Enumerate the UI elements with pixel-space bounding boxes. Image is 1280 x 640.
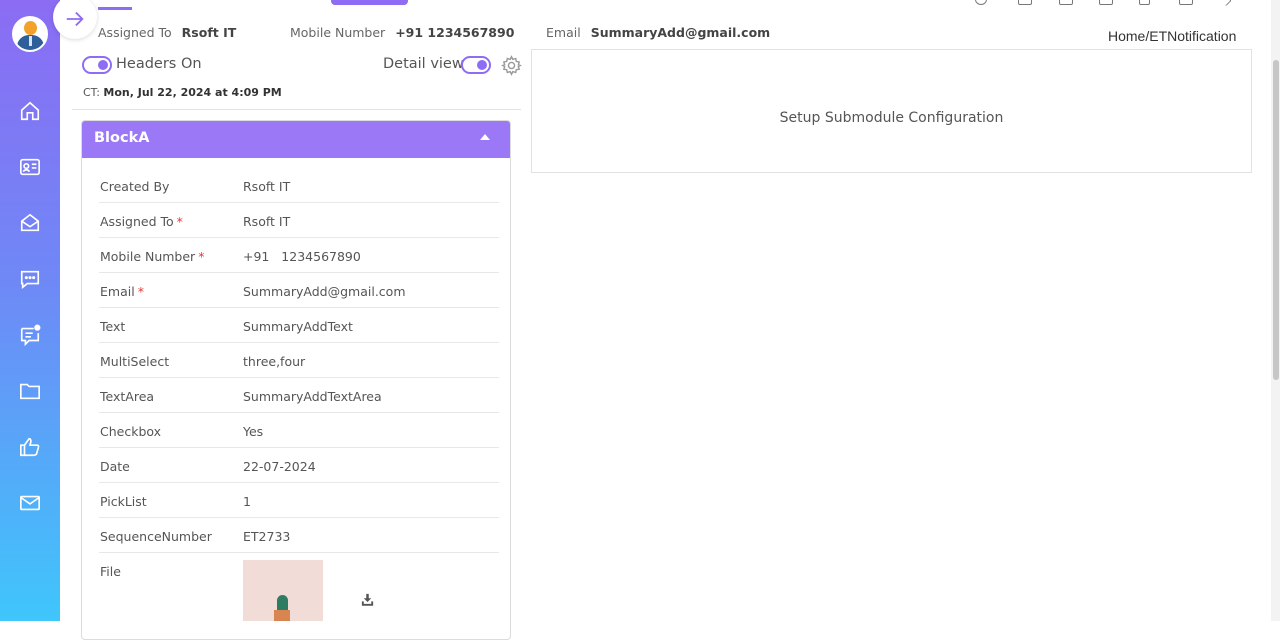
assigned-to-value: Rsoft IT: [181, 25, 237, 40]
pin-icon[interactable]: [975, 0, 987, 5]
mail-tool-icon[interactable]: [1099, 0, 1113, 5]
mobile-number-info: Mobile Number +91 1234567890: [290, 25, 514, 40]
tab-underline-accent: [98, 7, 132, 10]
field-value: SummaryAddText: [243, 319, 353, 334]
field-row: Created By Rsoft IT: [99, 168, 499, 203]
folder-icon[interactable]: [19, 380, 41, 402]
field-row: Assigned To * Rsoft IT: [99, 203, 499, 238]
field-label: Checkbox: [100, 424, 162, 439]
mobile-number-label: Mobile Number: [290, 25, 386, 40]
field-label: Date: [100, 459, 130, 474]
toggle-knob: [477, 60, 487, 70]
scrollbar-thumb[interactable]: [1273, 60, 1279, 380]
chevron-right-icon[interactable]: [1218, 0, 1232, 7]
mobile-icon[interactable]: [1139, 0, 1150, 5]
block-a-title: BlockA: [94, 130, 150, 146]
created-time-prefix: CT:: [83, 86, 100, 99]
field-value: ET2733: [243, 529, 291, 544]
required-marker: *: [198, 249, 205, 264]
field-row: TextArea SummaryAddTextArea: [99, 378, 499, 413]
field-row: Email * SummaryAdd@gmail.com: [99, 273, 499, 308]
home-icon[interactable]: [19, 100, 41, 122]
field-value: Yes: [243, 424, 264, 439]
field-row: Mobile Number * +91 1234567890: [99, 238, 499, 273]
detail-view-toggle[interactable]: [461, 56, 491, 74]
field-value: SummaryAddTextArea: [243, 389, 382, 404]
block-a-header[interactable]: BlockA: [82, 121, 510, 158]
user-avatar[interactable]: [12, 16, 48, 52]
arrow-right-icon: [66, 11, 84, 27]
chat-icon[interactable]: [19, 268, 41, 290]
mobile-number-value: +91 1234567890: [395, 25, 515, 40]
detail-view-label: Detail view: [383, 56, 464, 72]
created-time: CT: Mon, Jul 22, 2024 at 4:09 PM: [83, 86, 282, 99]
field-value: +91 1234567890: [243, 249, 361, 264]
notification-chat-icon[interactable]: [19, 324, 41, 346]
field-value: Rsoft IT: [243, 214, 291, 229]
field-row: SequenceNumber ET2733: [99, 518, 499, 553]
assigned-to-label: Assigned To: [98, 25, 172, 40]
duplicate-icon[interactable]: [1179, 0, 1193, 5]
collapse-caret-icon[interactable]: [480, 134, 490, 140]
field-row: Checkbox Yes: [99, 413, 499, 448]
download-icon[interactable]: [360, 592, 375, 607]
headers-toggle-label: Headers On: [116, 56, 202, 72]
field-value: SummaryAdd@gmail.com: [243, 284, 406, 299]
required-marker: *: [176, 214, 183, 229]
gear-icon[interactable]: [501, 55, 522, 76]
field-label: Assigned To *: [100, 214, 183, 229]
field-label: Email *: [100, 284, 144, 299]
field-label-text: Email: [100, 284, 135, 299]
field-label-text: Mobile Number: [100, 249, 196, 264]
mail-icon[interactable]: [19, 492, 41, 514]
pot-shape: [274, 610, 290, 621]
field-label: File: [100, 564, 121, 579]
email-label: Email: [546, 25, 581, 40]
toggle-knob: [98, 60, 108, 70]
field-row: Date 22-07-2024: [99, 448, 499, 483]
field-label: Text: [100, 319, 126, 334]
setup-submodule-text[interactable]: Setup Submodule Configuration: [532, 110, 1251, 126]
created-time-value: Mon, Jul 22, 2024 at 4:09 PM: [103, 86, 282, 99]
email-value: SummaryAdd@gmail.com: [590, 25, 771, 40]
breadcrumb[interactable]: Home/ETNotification: [1108, 28, 1236, 44]
mail-open-icon[interactable]: [19, 212, 41, 234]
expand-sidebar-button[interactable]: [53, 0, 97, 39]
field-label-text: Assigned To: [100, 214, 174, 229]
avatar-tie-shape: [29, 36, 32, 46]
headers-toggle[interactable]: [82, 56, 112, 74]
field-label: Mobile Number *: [100, 249, 204, 264]
field-label: Created By: [100, 179, 170, 194]
field-value: three,four: [243, 354, 306, 369]
file-thumbnail-image[interactable]: [243, 560, 323, 621]
avatar-head-shape: [24, 21, 37, 35]
field-value: 1: [243, 494, 251, 509]
field-label: PickList: [100, 494, 147, 509]
field-row: Text SummaryAddText: [99, 308, 499, 343]
required-marker: *: [137, 284, 144, 299]
top-action-button[interactable]: [331, 0, 408, 5]
setup-submodule-panel: Setup Submodule Configuration: [531, 49, 1252, 173]
thumbs-up-icon[interactable]: [19, 436, 41, 458]
field-label: TextArea: [100, 389, 155, 404]
contact-card-icon[interactable]: [19, 156, 41, 178]
assigned-to-info: Assigned To Rsoft IT: [98, 25, 236, 40]
window-icon[interactable]: [1018, 0, 1032, 5]
email-info: Email SummaryAdd@gmail.com: [546, 25, 770, 40]
copy-icon[interactable]: [1059, 0, 1073, 5]
field-row: PickList 1: [99, 483, 499, 518]
field-label: SequenceNumber: [100, 529, 212, 544]
field-value: Rsoft IT: [243, 179, 291, 194]
field-row: MultiSelect three,four: [99, 343, 499, 378]
field-value: 22-07-2024: [243, 459, 316, 474]
divider: [72, 109, 521, 110]
field-label: MultiSelect: [100, 354, 170, 369]
sidebar: [0, 0, 60, 621]
